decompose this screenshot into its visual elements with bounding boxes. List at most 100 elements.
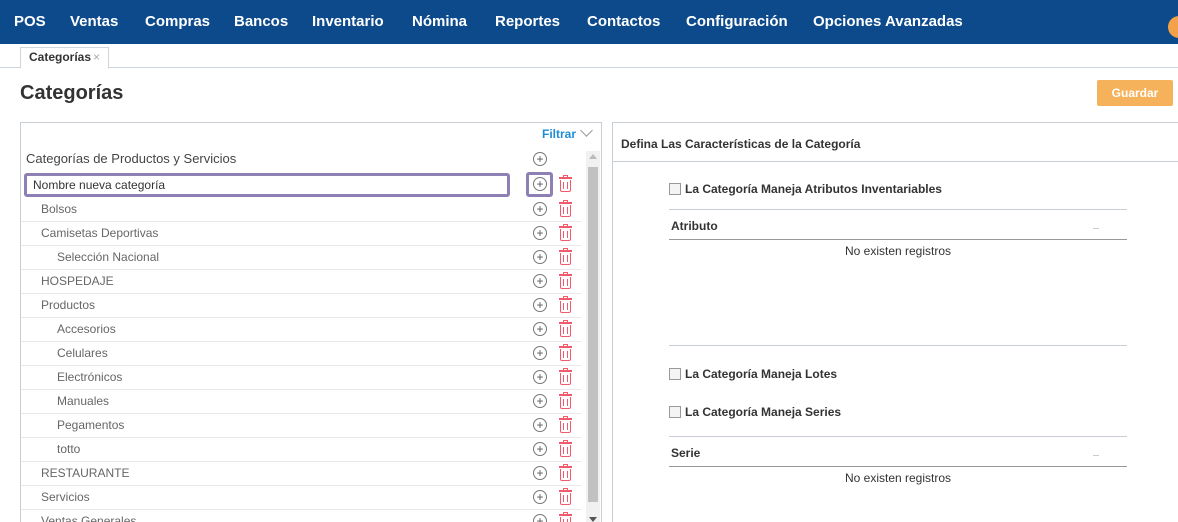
category-label: Servicios	[41, 490, 90, 504]
plus-circle-icon[interactable]: +	[533, 274, 547, 288]
category-label: Productos	[41, 298, 96, 312]
nav-opciones-avanzadas[interactable]: Opciones Avanzadas	[813, 0, 963, 44]
sort-icon	[1093, 228, 1099, 229]
trash-icon[interactable]	[559, 320, 572, 337]
list-item[interactable]: Camisetas Deportivas +	[21, 222, 581, 246]
trash-icon[interactable]	[559, 272, 572, 289]
category-label: totto	[57, 442, 81, 456]
trash-icon[interactable]	[559, 512, 572, 522]
list-item[interactable]: Servicios +	[21, 486, 581, 510]
tab-categorias[interactable]: Categorías ×	[20, 47, 110, 69]
list-item[interactable]: Pegamentos +	[21, 414, 581, 438]
lots-checkbox-row[interactable]: La Categoría Maneja Lotes	[669, 367, 837, 381]
trash-icon[interactable]	[559, 175, 572, 192]
list-item[interactable]: totto +	[21, 438, 581, 462]
plus-circle-icon[interactable]: +	[533, 466, 547, 480]
details-title: Defina Las Características de la Categor…	[621, 137, 861, 151]
nav-ventas[interactable]: Ventas	[70, 0, 118, 44]
trash-icon[interactable]	[559, 344, 572, 361]
add-root-category-button[interactable]: +	[533, 152, 547, 166]
category-label: Camisetas Deportivas	[41, 226, 159, 240]
trash-icon[interactable]	[559, 416, 572, 433]
plus-circle-icon[interactable]: +	[533, 346, 547, 360]
trash-icon[interactable]	[559, 248, 572, 265]
list-item[interactable]: HOSPEDAJE +	[21, 270, 581, 294]
trash-icon[interactable]	[559, 488, 572, 505]
nav-inventario[interactable]: Inventario	[312, 0, 384, 44]
plus-circle-icon[interactable]: +	[533, 394, 547, 408]
trash-icon[interactable]	[559, 368, 572, 385]
list-item[interactable]: Electrónicos +	[21, 366, 581, 390]
category-label: Accesorios	[57, 322, 116, 336]
trash-icon[interactable]	[559, 296, 572, 313]
trash-icon[interactable]	[559, 224, 572, 241]
plus-circle-icon[interactable]: +	[533, 226, 547, 240]
trash-icon[interactable]	[559, 440, 572, 457]
save-button[interactable]: Guardar	[1097, 80, 1173, 106]
lots-checkbox[interactable]	[669, 368, 681, 380]
nav-nomina[interactable]: Nómina	[412, 0, 467, 44]
trash-icon[interactable]	[559, 392, 572, 409]
series-checkbox-row[interactable]: La Categoría Maneja Series	[669, 405, 841, 419]
series-checkbox-label: La Categoría Maneja Series	[685, 405, 842, 419]
list-item[interactable]: Bolsos +	[21, 198, 581, 222]
tab-bar: Categorías ×	[0, 44, 1178, 69]
list-item[interactable]: Ventas Generales +	[21, 510, 581, 522]
list-item[interactable]: Celulares +	[21, 342, 581, 366]
plus-circle-icon[interactable]: +	[533, 322, 547, 336]
scroll-up-icon[interactable]	[589, 154, 597, 159]
trash-icon[interactable]	[559, 464, 572, 481]
user-avatar[interactable]	[1168, 16, 1178, 38]
divider	[613, 161, 1178, 162]
top-navbar: POS Ventas Compras Bancos Inventario Nóm…	[0, 0, 1178, 44]
add-new-category-button[interactable]: +	[533, 177, 547, 191]
nav-reportes[interactable]: Reportes	[495, 0, 560, 44]
tab-label: Categorías	[29, 50, 92, 64]
plus-circle-icon[interactable]: +	[533, 418, 547, 432]
lots-checkbox-label: La Categoría Maneja Lotes	[685, 367, 838, 381]
chevron-down-icon	[580, 124, 593, 137]
nav-configuracion[interactable]: Configuración	[686, 0, 788, 44]
page-title: Categorías	[20, 82, 124, 104]
scroll-thumb[interactable]	[588, 167, 598, 502]
category-label: Ventas Generales	[41, 514, 137, 522]
list-item[interactable]: Selección Nacional +	[21, 246, 581, 270]
plus-circle-icon[interactable]: +	[533, 514, 547, 522]
category-label: Electrónicos	[57, 370, 123, 384]
filter-toggle[interactable]: Filtrar	[541, 124, 593, 141]
attributes-column-header[interactable]: Atributo	[671, 219, 718, 233]
list-item[interactable]: Productos +	[21, 294, 581, 318]
list-item[interactable]: RESTAURANTE +	[21, 462, 581, 486]
plus-circle-icon[interactable]: +	[533, 298, 547, 312]
plus-circle-icon[interactable]: +	[533, 202, 547, 216]
nav-contactos[interactable]: Contactos	[587, 0, 660, 44]
attributes-checkbox-row[interactable]: La Categoría Maneja Atributos Inventaria…	[669, 182, 942, 196]
attributes-grid: Atributo No existen registros	[669, 209, 1127, 258]
series-grid: Serie No existen registros	[669, 436, 1127, 485]
category-label: HOSPEDAJE	[41, 274, 114, 288]
category-label: Manuales	[57, 394, 110, 408]
series-column-header[interactable]: Serie	[671, 446, 700, 460]
tree-root-label: Categorías de Productos y Servicios	[26, 151, 237, 166]
nav-compras[interactable]: Compras	[145, 0, 210, 44]
nav-bancos[interactable]: Bancos	[234, 0, 288, 44]
series-empty-message: No existen registros	[844, 471, 952, 485]
category-label: Celulares	[57, 346, 108, 360]
list-item[interactable]: Accesorios +	[21, 318, 581, 342]
close-icon[interactable]: ×	[93, 50, 100, 64]
filter-label: Filtrar	[541, 127, 576, 141]
series-checkbox[interactable]	[669, 406, 681, 418]
plus-circle-icon[interactable]: +	[533, 370, 547, 384]
trash-icon[interactable]	[559, 200, 572, 217]
divider	[669, 345, 1127, 346]
list-item[interactable]: Manuales +	[21, 390, 581, 414]
attributes-empty-message: No existen registros	[844, 244, 952, 258]
tree-scrollbar[interactable]	[586, 151, 600, 522]
attributes-checkbox[interactable]	[669, 183, 681, 195]
new-category-input[interactable]	[24, 173, 510, 197]
plus-circle-icon[interactable]: +	[533, 490, 547, 504]
plus-circle-icon[interactable]: +	[533, 442, 547, 456]
nav-pos[interactable]: POS	[14, 0, 46, 44]
scroll-down-icon[interactable]	[589, 517, 597, 522]
plus-circle-icon[interactable]: +	[533, 250, 547, 264]
